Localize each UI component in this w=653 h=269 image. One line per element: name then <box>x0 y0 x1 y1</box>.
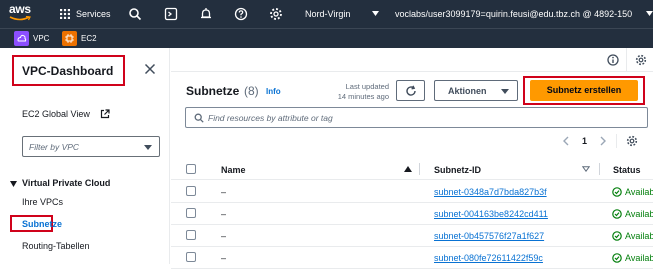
search-icon <box>194 113 204 123</box>
subnet-id-link[interactable]: subnet-0348a7d7bda827b3f <box>434 187 547 197</box>
caret-down-icon <box>646 11 653 16</box>
info-link[interactable]: Info <box>266 87 281 96</box>
tools-strip <box>171 48 653 72</box>
status-text: Available <box>625 253 653 263</box>
services-grid-icon[interactable] <box>60 9 70 19</box>
status-text: Available <box>625 209 653 219</box>
table-row[interactable]: – subnet-080fe72611422f59c Available <box>171 247 653 269</box>
top-navigation-bar: aws Services Nord-Virgin voclabs/user309… <box>0 0 653 28</box>
favorites-bar: VPC EC2 <box>0 28 653 48</box>
page-number[interactable]: 1 <box>582 136 587 146</box>
check-circle-icon <box>612 209 622 219</box>
row-name: – <box>221 231 227 241</box>
row-checkbox[interactable] <box>186 252 196 262</box>
caret-down-icon[interactable] <box>10 181 17 187</box>
refresh-button[interactable] <box>396 80 425 101</box>
caret-down-icon <box>144 145 152 150</box>
page-title: Subnetze <box>186 84 240 98</box>
sidebar-item-your-vpcs[interactable]: Ihre VPCs <box>22 197 63 207</box>
favorite-vpc[interactable]: VPC <box>14 31 49 46</box>
settings-gear-icon[interactable] <box>269 7 283 21</box>
help-icon[interactable] <box>234 7 248 21</box>
select-all-checkbox[interactable] <box>186 164 196 174</box>
row-name: – <box>221 187 227 197</box>
chevron-right-icon[interactable] <box>599 136 607 146</box>
check-circle-icon <box>612 231 622 241</box>
section-header-virtual-private-cloud[interactable]: Virtual Private Cloud <box>22 178 110 188</box>
preferences-gear-icon[interactable] <box>635 54 647 66</box>
external-link-icon <box>100 109 110 119</box>
column-divider[interactable] <box>599 163 600 175</box>
row-checkbox[interactable] <box>186 186 196 196</box>
actions-label: Aktionen <box>448 86 487 96</box>
sidebar-navigation: VPC-Dashboard EC2 Global View Filter by … <box>0 48 170 264</box>
info-icon[interactable] <box>607 54 619 66</box>
subnet-id-link[interactable]: subnet-0b457576f27a1f627 <box>434 231 544 241</box>
column-header-subnet-id[interactable]: Subnetz-ID <box>434 165 481 175</box>
aws-smile-icon <box>9 16 31 21</box>
ec2-global-view-link[interactable]: EC2 Global View <box>22 109 90 119</box>
sidebar-title[interactable]: VPC-Dashboard <box>22 64 113 78</box>
favorite-ec2[interactable]: EC2 <box>62 31 97 46</box>
vpc-filter-select[interactable]: Filter by VPC <box>22 136 160 157</box>
table-header: Name Subnetz-ID Status <box>171 158 653 180</box>
vpc-filter-placeholder: Filter by VPC <box>29 142 80 152</box>
last-updated-text: Last updated 14 minutes ago <box>321 82 389 102</box>
caret-down-icon <box>372 11 379 16</box>
caret-down-icon <box>501 89 509 94</box>
vpc-service-icon <box>14 31 29 46</box>
services-menu[interactable]: Services <box>76 9 111 19</box>
sidebar-item-subnets[interactable]: Subnetze <box>22 219 62 229</box>
table-row[interactable]: – subnet-0b457576f27a1f627 Available <box>171 225 653 247</box>
row-name: – <box>221 253 227 263</box>
column-header-status[interactable]: Status <box>613 165 641 175</box>
check-circle-icon <box>612 187 622 197</box>
subnet-id-link[interactable]: subnet-004163be8242cd411 <box>434 209 548 219</box>
status-text: Available <box>625 231 653 241</box>
chevron-left-icon[interactable] <box>562 136 570 146</box>
divider <box>626 48 627 72</box>
row-name: – <box>221 209 227 219</box>
table-settings-gear-icon[interactable] <box>626 135 638 147</box>
column-header-name[interactable]: Name <box>221 165 246 175</box>
ec2-service-icon <box>62 31 77 46</box>
row-checkbox[interactable] <box>186 230 196 240</box>
table-row[interactable]: – subnet-004163be8242cd411 Available <box>171 203 653 225</box>
status-text: Available <box>625 187 653 197</box>
aws-logo[interactable]: aws <box>9 3 31 15</box>
search-placeholder: Find resources by attribute or tag <box>208 113 333 123</box>
row-checkbox[interactable] <box>186 208 196 218</box>
refresh-icon <box>406 85 416 96</box>
region-selector[interactable]: Nord-Virgin <box>305 9 350 19</box>
notifications-bell-icon[interactable] <box>199 7 213 21</box>
subnet-id-link[interactable]: subnet-080fe72611422f59c <box>434 253 543 263</box>
divider <box>616 134 617 148</box>
account-menu[interactable]: voclabs/user3099179=quirin.feusi@edu.tbz… <box>395 9 632 19</box>
sidebar-item-route-tables[interactable]: Routing-Tabellen <box>22 241 90 251</box>
favorite-label: VPC <box>33 34 50 43</box>
last-updated-time: 14 minutes ago <box>337 92 389 101</box>
sort-descending-icon[interactable] <box>582 166 590 172</box>
subnet-count: (8) <box>244 84 259 98</box>
column-divider[interactable] <box>419 163 420 175</box>
search-icon[interactable] <box>128 7 142 21</box>
main-content: Subnetze (8) Info Last updated 14 minute… <box>171 48 653 269</box>
sort-ascending-icon[interactable] <box>404 166 412 172</box>
favorite-label: EC2 <box>81 34 97 43</box>
table-row[interactable]: – subnet-0348a7d7bda827b3f Available <box>171 181 653 203</box>
close-icon[interactable] <box>144 63 156 75</box>
actions-dropdown-button[interactable]: Aktionen <box>434 80 518 101</box>
last-updated-label: Last updated <box>345 82 389 91</box>
cloudshell-icon[interactable] <box>164 7 178 21</box>
create-subnet-button[interactable]: Subnetz erstellen <box>530 80 638 101</box>
search-input[interactable]: Find resources by attribute or tag <box>185 107 648 128</box>
check-circle-icon <box>612 253 622 263</box>
